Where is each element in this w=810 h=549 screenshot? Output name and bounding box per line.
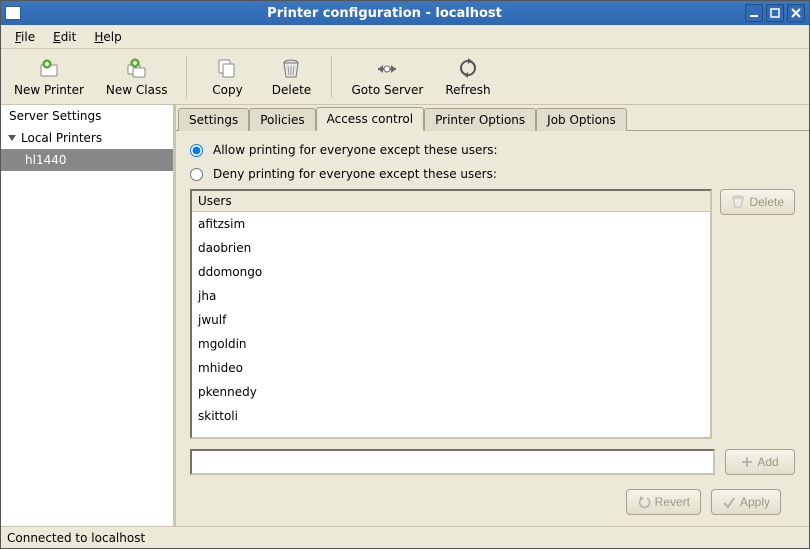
copy-icon: [216, 57, 238, 81]
apply-icon: [722, 495, 736, 509]
tab-printer-options[interactable]: Printer Options: [424, 108, 536, 131]
sidebar-item-server-settings[interactable]: Server Settings: [1, 105, 173, 127]
tab-access-control[interactable]: Access control: [316, 107, 425, 131]
goto-server-label: Goto Server: [351, 83, 423, 97]
allow-radio[interactable]: [190, 144, 203, 157]
goto-server-button[interactable]: Goto Server: [342, 52, 432, 102]
allow-radio-row[interactable]: Allow printing for everyone except these…: [190, 141, 795, 159]
new-printer-button[interactable]: New Printer: [5, 52, 93, 102]
new-printer-label: New Printer: [14, 83, 84, 97]
refresh-label: Refresh: [445, 83, 490, 97]
minimize-icon: [749, 8, 759, 18]
deny-radio[interactable]: [190, 168, 203, 181]
users-list[interactable]: Users afitzsim daobrien ddomongo jha jwu…: [190, 189, 712, 439]
new-printer-icon: [38, 57, 60, 81]
sidebar-item-local-printers[interactable]: Local Printers: [1, 127, 173, 149]
close-button[interactable]: [787, 4, 805, 22]
trash-icon: [280, 57, 302, 81]
revert-label: Revert: [655, 495, 690, 509]
window-title: Printer configuration - localhost: [27, 6, 742, 21]
toolbar-separator: [331, 56, 332, 98]
allow-radio-label: Allow printing for everyone except these…: [213, 143, 498, 157]
user-row[interactable]: jwulf: [192, 308, 710, 332]
status-text: Connected to localhost: [7, 531, 145, 545]
delete-user-button[interactable]: Delete: [720, 189, 795, 215]
copy-label: Copy: [212, 83, 242, 97]
maximize-icon: [770, 8, 780, 18]
user-row[interactable]: skittoli: [192, 404, 710, 428]
goto-server-icon: [375, 57, 399, 81]
apply-label: Apply: [740, 495, 770, 509]
delete-button-toolbar[interactable]: Delete: [261, 52, 321, 102]
new-class-icon: [126, 57, 148, 81]
user-row[interactable]: pkennedy: [192, 380, 710, 404]
refresh-icon: [457, 57, 479, 81]
maximize-button[interactable]: [766, 4, 784, 22]
new-user-input[interactable]: [190, 449, 715, 475]
add-user-label: Add: [757, 455, 778, 469]
minimize-button[interactable]: [745, 4, 763, 22]
user-row[interactable]: ddomongo: [192, 260, 710, 284]
status-bar: Connected to localhost: [1, 526, 809, 548]
copy-button[interactable]: Copy: [197, 52, 257, 102]
sidebar-local-printers-label: Local Printers: [21, 131, 102, 145]
refresh-button[interactable]: Refresh: [436, 52, 499, 102]
apply-button[interactable]: Apply: [711, 489, 781, 515]
tab-settings[interactable]: Settings: [178, 108, 249, 131]
main-pane: Settings Policies Access control Printer…: [175, 105, 809, 526]
close-icon: [791, 8, 801, 18]
tab-policies[interactable]: Policies: [249, 108, 315, 131]
new-class-button[interactable]: New Class: [97, 52, 177, 102]
user-row[interactable]: jha: [192, 284, 710, 308]
deny-radio-row[interactable]: Deny printing for everyone except these …: [190, 165, 795, 183]
revert-button[interactable]: Revert: [626, 489, 701, 515]
sidebar-item-printer[interactable]: hl1440: [1, 149, 173, 171]
users-header: Users: [192, 191, 710, 212]
app-icon: [5, 6, 21, 20]
title-bar: Printer configuration - localhost: [1, 1, 809, 25]
tab-job-options[interactable]: Job Options: [536, 108, 627, 131]
tab-body: Allow printing for everyone except these…: [176, 131, 809, 526]
sidebar: Server Settings Local Printers hl1440: [1, 105, 175, 526]
new-class-label: New Class: [106, 83, 168, 97]
trash-icon: [731, 195, 745, 209]
revert-icon: [637, 495, 651, 509]
add-user-button[interactable]: Add: [725, 449, 795, 475]
menu-file[interactable]: File: [9, 28, 41, 46]
user-row[interactable]: mhideo: [192, 356, 710, 380]
expander-icon: [7, 133, 17, 143]
menu-help[interactable]: Help: [88, 28, 127, 46]
menu-edit[interactable]: Edit: [47, 28, 82, 46]
user-row[interactable]: afitzsim: [192, 212, 710, 236]
toolbar-separator: [186, 56, 187, 98]
user-row[interactable]: daobrien: [192, 236, 710, 260]
deny-radio-label: Deny printing for everyone except these …: [213, 167, 497, 181]
delete-label: Delete: [272, 83, 311, 97]
user-row[interactable]: mgoldin: [192, 332, 710, 356]
add-icon: [741, 456, 753, 468]
delete-user-label: Delete: [749, 195, 784, 209]
tab-bar: Settings Policies Access control Printer…: [176, 105, 809, 131]
menu-bar: File Edit Help: [1, 25, 809, 49]
toolbar: New Printer New Class Copy Delete: [1, 49, 809, 105]
